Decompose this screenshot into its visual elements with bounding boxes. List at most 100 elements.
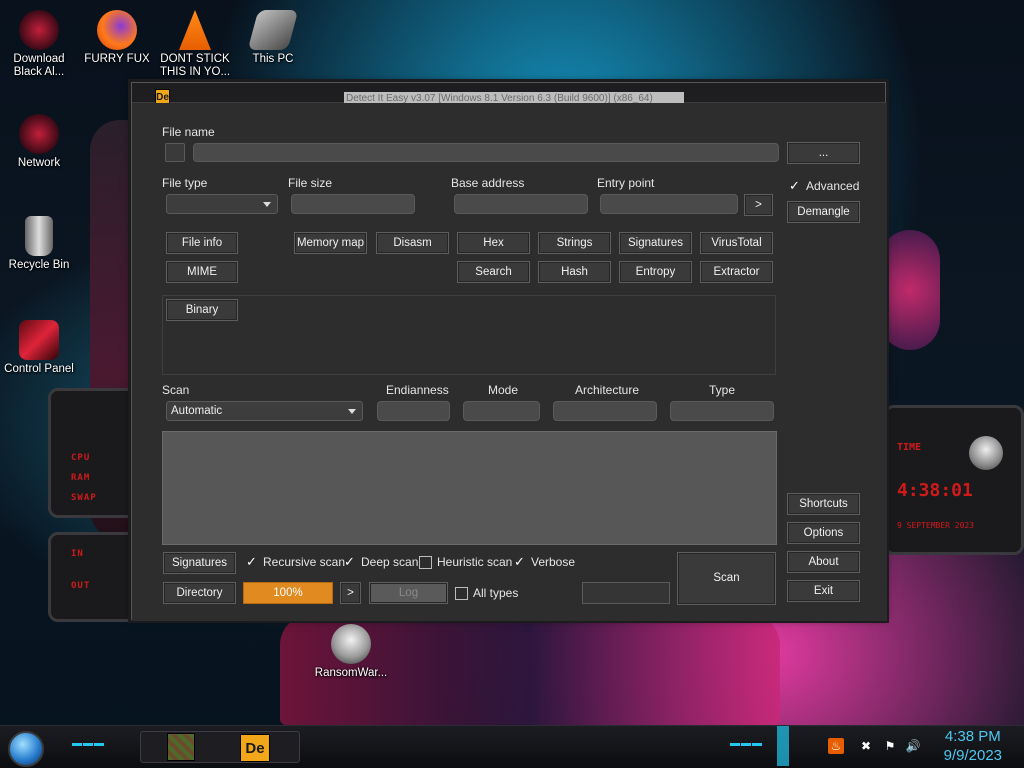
skull-icon [331, 624, 371, 664]
base-address-label: Base address [451, 176, 525, 190]
memory-map-button[interactable]: Memory map [294, 232, 367, 254]
desktop-icon-control-panel[interactable]: Control Panel [1, 320, 77, 376]
disasm-button[interactable]: Disasm [376, 232, 449, 254]
widget-date: 9 SEPTEMBER 2023 [897, 521, 975, 530]
desktop-icon-furry-fux[interactable]: FURRY FUX [79, 10, 155, 66]
log-button[interactable]: Log [369, 582, 448, 604]
exit-button[interactable]: Exit [787, 580, 860, 602]
all-types-checkbox[interactable]: All types [455, 586, 518, 600]
this-pc-icon [247, 10, 299, 50]
hash-button[interactable]: Hash [538, 261, 611, 283]
file-type-label: File type [162, 176, 208, 190]
file-name-icon-box[interactable] [165, 143, 185, 162]
system-monitor-widget: CPU RAM SWAP [48, 388, 138, 518]
hex-button[interactable]: Hex [457, 232, 530, 254]
deep-scan-checkbox[interactable]: ✓ Deep scan [343, 553, 419, 570]
detect-it-easy-app-icon: De [155, 89, 170, 104]
flag-icon[interactable]: ⚑ [882, 738, 898, 754]
die-main-window: De Detect It Easy v3.07 [Windows 8.1 Ver… [131, 82, 887, 621]
alienware-download-icon [19, 10, 59, 50]
volume-icon[interactable]: 🔊 [905, 738, 921, 754]
mode-field[interactable] [463, 401, 540, 421]
advanced-label: Advanced [806, 179, 860, 193]
network-monitor-widget: IN OUT [48, 532, 138, 622]
endianness-field[interactable] [377, 401, 450, 421]
directory-button[interactable]: Directory [163, 582, 236, 604]
verbose-checkbox[interactable]: ✓ Verbose [513, 555, 576, 570]
recursive-scan-label: Recursive scan [263, 555, 346, 569]
heuristic-scan-label: Heuristic scan [437, 555, 513, 569]
scan-button[interactable]: Scan [677, 552, 776, 605]
search-button[interactable]: Search [457, 261, 530, 283]
mode-label: Mode [488, 383, 519, 397]
desktop-icon-label: DONT STICK THIS IN YO... [159, 53, 231, 78]
desktop-icon-label: This PC [252, 53, 294, 65]
type-field[interactable] [670, 401, 774, 421]
desktop-icon-recycle-bin[interactable]: Recycle Bin [1, 216, 77, 272]
extractor-button[interactable]: Extractor [700, 261, 773, 283]
browse-button[interactable]: ... [787, 142, 860, 164]
checkbox-empty-icon [455, 586, 468, 600]
widget-time-value: 4:38:01 [897, 480, 973, 501]
options-button[interactable]: Options [787, 522, 860, 544]
advanced-checkbox[interactable]: ✓ Advanced [788, 177, 860, 194]
net-in-label: IN [71, 549, 84, 559]
check-mark-icon: ✓ [789, 177, 800, 193]
desktop-icon-network[interactable]: Network [1, 114, 77, 170]
network-icon [19, 114, 59, 154]
signatures-button[interactable]: Signatures [163, 552, 236, 574]
vlc-cone-icon [179, 10, 211, 50]
shortcuts-button[interactable]: Shortcuts [787, 493, 860, 515]
clock-date: 9/9/2023 [943, 747, 1002, 764]
java-icon[interactable]: ♨ [828, 738, 844, 754]
about-button[interactable]: About [787, 551, 860, 573]
all-types-label: All types [473, 586, 519, 600]
entropy-button[interactable]: Entropy [619, 261, 692, 283]
minecraft-icon[interactable] [167, 733, 195, 761]
architecture-field[interactable] [553, 401, 657, 421]
chevron-down-icon [263, 202, 271, 207]
base-address-field[interactable] [454, 194, 588, 214]
detect-it-easy-icon[interactable]: De [240, 734, 270, 762]
next-button[interactable]: > [340, 582, 361, 604]
scan-time-field [582, 582, 670, 604]
network-error-icon[interactable]: ✖ [858, 738, 874, 754]
desktop-icon-label: FURRY FUX [84, 53, 150, 65]
show-desktop-button[interactable] [777, 726, 789, 766]
signatures-info-button[interactable]: Signatures [619, 232, 692, 254]
firefox-icon [97, 10, 137, 50]
verbose-label: Verbose [531, 555, 576, 569]
demangle-button[interactable]: Demangle [787, 201, 860, 223]
control-panel-icon [19, 320, 59, 360]
mime-button[interactable]: MIME [166, 261, 238, 283]
scan-result-area[interactable] [162, 431, 777, 545]
start-button[interactable] [8, 731, 44, 767]
file-info-button[interactable]: File info [166, 232, 238, 254]
entry-point-field[interactable] [600, 194, 738, 214]
check-mark-icon: ✓ [246, 553, 257, 569]
strings-button[interactable]: Strings [538, 232, 611, 254]
taskbar-accent: ▬▬▬ [72, 738, 105, 749]
file-type-select[interactable] [166, 194, 278, 214]
desktop-icon-this-pc[interactable]: This PC [235, 10, 311, 66]
desktop-icon-label: RansomWar... [314, 667, 388, 679]
entry-point-go-button[interactable]: > [744, 194, 773, 216]
desktop-icon-dont-stick[interactable]: DONT STICK THIS IN YO... [157, 10, 233, 79]
desktop-icon-download-black-al[interactable]: Download Black Al... [1, 10, 77, 79]
clock-time: 4:38 PM [944, 728, 1001, 745]
check-mark-icon: ✓ [344, 553, 355, 569]
desktop-icon-label: Download Black Al... [13, 53, 65, 78]
file-size-field[interactable] [291, 194, 415, 214]
binary-button[interactable]: Binary [166, 299, 238, 321]
scan-mode-select[interactable]: Automatic [166, 401, 363, 421]
virustotal-button[interactable]: VirusTotal [700, 232, 773, 254]
file-name-input[interactable] [193, 143, 779, 162]
taskbar-clock[interactable]: 4:38 PM 9/9/2023 [944, 727, 1002, 765]
recursive-scan-checkbox[interactable]: ✓ Recursive scan [245, 553, 346, 570]
desktop-icon-ransomware[interactable]: RansomWar... [313, 624, 389, 680]
file-size-label: File size [288, 176, 333, 190]
alien-head-icon [969, 436, 1003, 470]
heuristic-scan-checkbox[interactable]: Heuristic scan [419, 555, 512, 569]
deep-scan-label: Deep scan [361, 555, 419, 569]
title-bar[interactable]: De Detect It Easy v3.07 [Windows 8.1 Ver… [132, 83, 885, 105]
